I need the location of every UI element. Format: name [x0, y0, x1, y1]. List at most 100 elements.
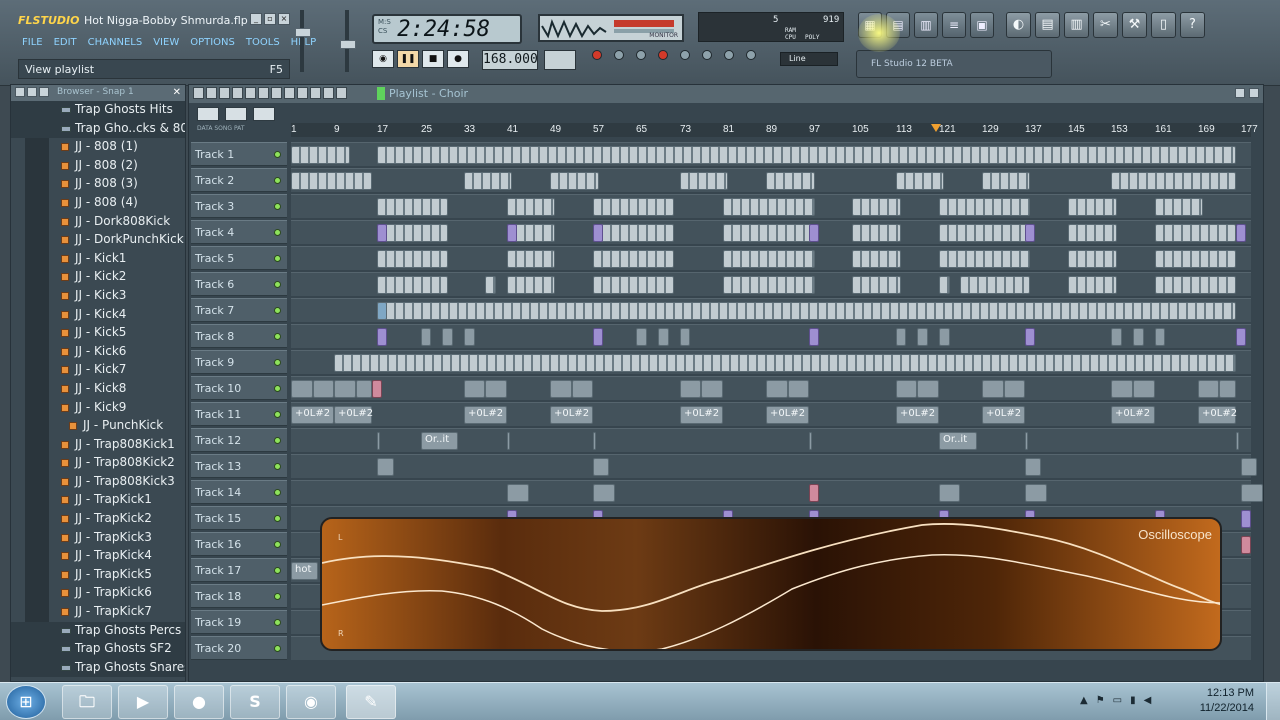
countdown-toggle[interactable]: [636, 50, 646, 60]
pattern-clip[interactable]: [1111, 380, 1133, 398]
view-audio-button[interactable]: [253, 107, 275, 121]
track-mute-toggle[interactable]: [274, 385, 281, 392]
pattern-clip[interactable]: [658, 328, 669, 346]
pattern-clip[interactable]: [1068, 250, 1117, 268]
pattern-clip[interactable]: [593, 224, 674, 242]
track-lane[interactable]: [291, 350, 1251, 374]
pattern-clip[interactable]: [593, 458, 609, 476]
browser-file-item[interactable]: JJ - Kick2: [11, 268, 185, 287]
track-header[interactable]: Track 16: [191, 532, 287, 556]
track-header[interactable]: Track 6: [191, 272, 287, 296]
browser-file-item[interactable]: JJ - Trap808Kick1: [11, 435, 185, 455]
tool-select-icon[interactable]: [297, 87, 308, 99]
pattern-clip[interactable]: [960, 276, 1030, 294]
minimize-button[interactable]: _: [250, 13, 262, 25]
pattern-clip[interactable]: [507, 484, 529, 502]
pattern-clip[interactable]: [550, 380, 572, 398]
view-arrow-button[interactable]: [197, 107, 219, 121]
browser-file-item[interactable]: JJ - Kick9: [11, 398, 185, 418]
pattern-clip[interactable]: [442, 328, 453, 346]
tool-paint-icon[interactable]: [232, 87, 243, 99]
pattern-clip[interactable]: [356, 380, 372, 398]
pattern-clip[interactable]: [1241, 458, 1257, 476]
pattern-clip[interactable]: +0L#2: [896, 406, 939, 424]
show-desktop-button[interactable]: [1266, 683, 1280, 720]
pattern-clip[interactable]: [1155, 198, 1203, 216]
track-mute-toggle[interactable]: [274, 411, 281, 418]
track-mute-toggle[interactable]: [274, 255, 281, 262]
pattern-clip[interactable]: +0L#2: [464, 406, 507, 424]
multilink-toggle[interactable]: [746, 50, 756, 60]
browser-file-item[interactable]: JJ - Dork808Kick: [11, 212, 185, 232]
tool-slice-icon[interactable]: [284, 87, 295, 99]
tool-delete-icon[interactable]: [245, 87, 256, 99]
pattern-clip[interactable]: [507, 276, 555, 294]
pattern-clip[interactable]: [464, 380, 485, 398]
pattern-clip[interactable]: [485, 276, 496, 294]
fl-studio-taskbar-icon[interactable]: ✎: [346, 685, 396, 719]
menu-edit[interactable]: EDIT: [54, 37, 77, 48]
browser-folder-item[interactable]: Trap Ghosts Percs: [11, 621, 185, 641]
browser-file-item[interactable]: JJ - Kick4: [11, 305, 185, 325]
pattern-clip[interactable]: [896, 172, 944, 190]
pattern-clip[interactable]: [377, 302, 1236, 320]
pattern-clip[interactable]: [982, 380, 1004, 398]
track-mute-toggle[interactable]: [274, 437, 281, 444]
pattern-clip[interactable]: hot: [291, 562, 318, 580]
pattern-clip[interactable]: [1004, 380, 1025, 398]
track-lane[interactable]: [291, 168, 1251, 192]
track-lane[interactable]: +0L#2 +0L#2 +0L#2 +0L#2 +0L#2 +0L#2 +0L#2 +0L#2…: [291, 402, 1251, 426]
tray-network-icon[interactable]: ▮: [1130, 695, 1136, 706]
track-mute-toggle[interactable]: [274, 229, 281, 236]
accent-clip[interactable]: [809, 484, 819, 502]
pattern-clip[interactable]: [507, 250, 555, 268]
pattern-clip[interactable]: [507, 198, 555, 216]
pattern-clip[interactable]: [1155, 224, 1236, 242]
mixer-button[interactable]: ≡: [942, 12, 966, 38]
pattern-clip[interactable]: [896, 380, 917, 398]
pattern-clip[interactable]: [572, 380, 593, 398]
system-clock[interactable]: 12:13 PM 11/22/2014: [1200, 686, 1254, 716]
pattern-clip[interactable]: [377, 198, 448, 216]
accent-clip[interactable]: [1025, 432, 1028, 450]
browser-file-item[interactable]: JJ - TrapKick6: [11, 584, 185, 603]
track-mute-toggle[interactable]: [274, 463, 281, 470]
accent-clip[interactable]: [377, 328, 387, 346]
pattern-clip[interactable]: [334, 380, 356, 398]
step-edit-toggle[interactable]: [658, 50, 668, 60]
menu-view[interactable]: VIEW: [153, 37, 179, 48]
pattern-clip[interactable]: [377, 224, 448, 242]
start-button[interactable]: ⊞: [6, 685, 46, 719]
pattern-clip[interactable]: [593, 198, 674, 216]
pattern-clip[interactable]: [766, 380, 788, 398]
close-button[interactable]: ×: [278, 13, 290, 25]
track-header[interactable]: Track 15: [191, 506, 287, 530]
track-header[interactable]: Track 11: [191, 402, 287, 426]
timeline-ruler[interactable]: 1 9 17 25 33 41 49 57 65 73 81 89 97 105 113 121 129 137 1…: [291, 123, 1258, 137]
accent-clip[interactable]: [809, 328, 819, 346]
pattern-clip[interactable]: [291, 380, 313, 398]
pattern-clip[interactable]: [1219, 380, 1236, 398]
document-icon[interactable]: ▯: [1151, 12, 1176, 38]
accent-clip[interactable]: [377, 432, 380, 450]
pattern-clip[interactable]: +0L#2: [291, 406, 334, 424]
track-header[interactable]: Track 2: [191, 168, 287, 192]
play-pause-button[interactable]: ❚❚: [397, 50, 419, 68]
accent-clip[interactable]: [1241, 536, 1251, 554]
pattern-clip[interactable]: [377, 146, 1236, 164]
pattern-clip[interactable]: [313, 380, 334, 398]
browser-file-item[interactable]: JJ - Kick1: [11, 249, 185, 269]
master-volume-slider[interactable]: [295, 10, 311, 72]
track-header[interactable]: Track 7: [191, 298, 287, 322]
track-mute-toggle[interactable]: [274, 619, 281, 626]
record-button[interactable]: ●: [447, 50, 469, 68]
accent-clip[interactable]: [1025, 224, 1035, 242]
pattern-clip[interactable]: [723, 250, 815, 268]
pattern-clip[interactable]: [766, 172, 815, 190]
pattern-clip[interactable]: [917, 380, 939, 398]
pattern-clip[interactable]: [1155, 328, 1165, 346]
browser-back-icon[interactable]: [15, 87, 25, 97]
pattern-clip[interactable]: [1155, 276, 1236, 294]
pattern-clip[interactable]: [291, 172, 372, 190]
pattern-clip[interactable]: [1025, 484, 1047, 502]
